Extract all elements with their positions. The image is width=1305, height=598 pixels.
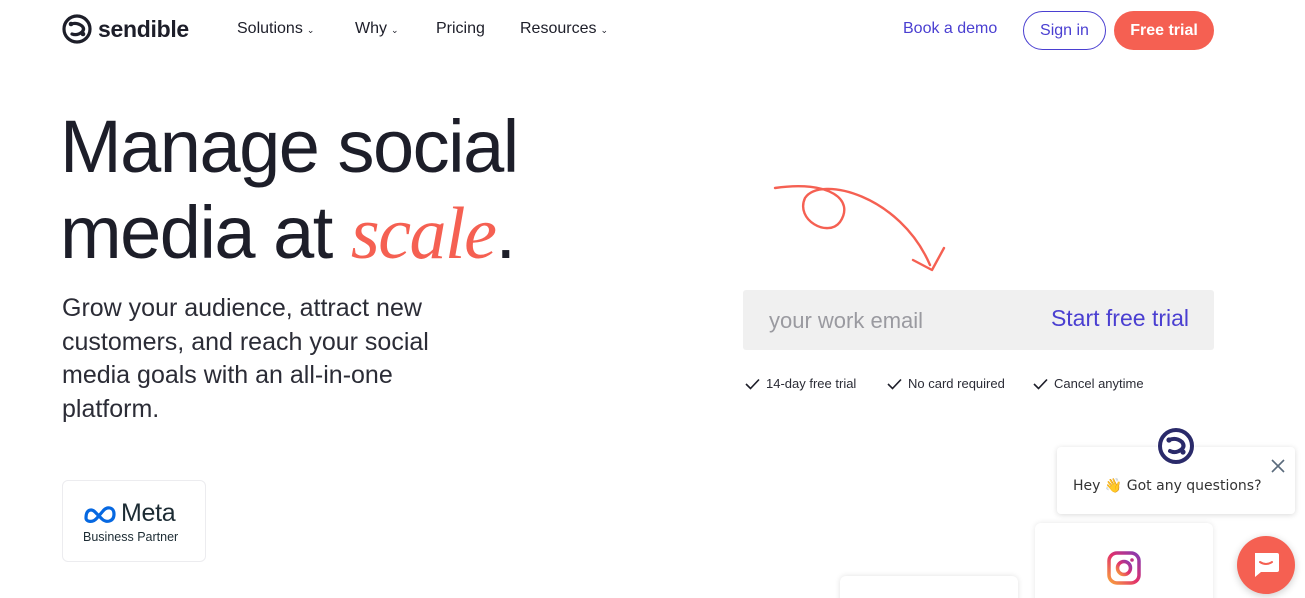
meta-infinity-icon [84,505,116,523]
checkmark-icon [745,378,760,390]
benefit-label: No card required [908,376,1005,391]
menu-pricing-label: Pricing [436,20,485,37]
preview-card [840,576,1018,598]
menu-solutions[interactable]: Solutions ⌄ [237,20,314,38]
curly-arrow-icon [773,185,946,272]
meta-wordmark: Meta [121,499,176,527]
menu-resources[interactable]: Resources ⌄ [520,20,608,38]
chat-icon [1255,553,1279,577]
headline-accent: scale [350,193,497,275]
benefit-item: Cancel anytime [1033,376,1144,391]
meta-badge-subtitle: Business Partner [83,530,179,544]
book-demo-link[interactable]: Book a demo [903,20,997,38]
sign-in-button[interactable]: Sign in [1023,11,1106,50]
headline-period: . [495,191,516,274]
preview-card-instagram [1035,523,1213,598]
work-email-input[interactable] [769,307,1009,335]
sendible-logo[interactable]: sendible [62,14,189,44]
benefit-item: 14-day free trial [745,376,856,391]
meta-partner-badge: Meta Business Partner [62,480,206,562]
start-free-trial-button[interactable]: Start free trial [1051,305,1189,332]
benefit-label: 14-day free trial [766,376,857,391]
close-icon[interactable] [1270,458,1286,474]
hero-subheading: Grow your audience, attract new customer… [62,294,429,423]
chat-agent-avatar [1157,427,1195,465]
sendible-logo-icon [62,14,92,44]
checkmark-icon [1033,378,1048,390]
benefit-item: No card required [887,376,1005,391]
chevron-down-icon: ⌄ [600,24,609,35]
instagram-icon [1107,551,1141,585]
benefit-label: Cancel anytime [1054,376,1144,391]
menu-why[interactable]: Why ⌄ [355,20,399,38]
brand-name: sendible [98,15,189,42]
chat-launcher-button[interactable] [1237,536,1295,594]
menu-pricing[interactable]: Pricing [436,20,485,38]
free-trial-button[interactable]: Free trial [1114,11,1214,50]
headline-line-1: Manage social [60,105,519,188]
menu-solutions-label: Solutions [237,20,303,37]
checkmark-icon [887,378,902,390]
chevron-down-icon: ⌄ [306,24,315,35]
headline-line-2: media at [60,191,351,274]
menu-why-label: Why [355,20,387,37]
top-navigation: sendible Solutions ⌄ Why ⌄ Pricing Resou… [0,0,1305,62]
menu-resources-label: Resources [520,20,597,37]
chevron-down-icon: ⌄ [391,24,399,35]
hero-headline: Manage social media at scale. [60,104,519,277]
chat-message: Hey 👋 Got any questions? [1073,478,1262,494]
meta-logo: Meta [83,499,176,528]
signup-form: Start free trial [743,290,1214,350]
